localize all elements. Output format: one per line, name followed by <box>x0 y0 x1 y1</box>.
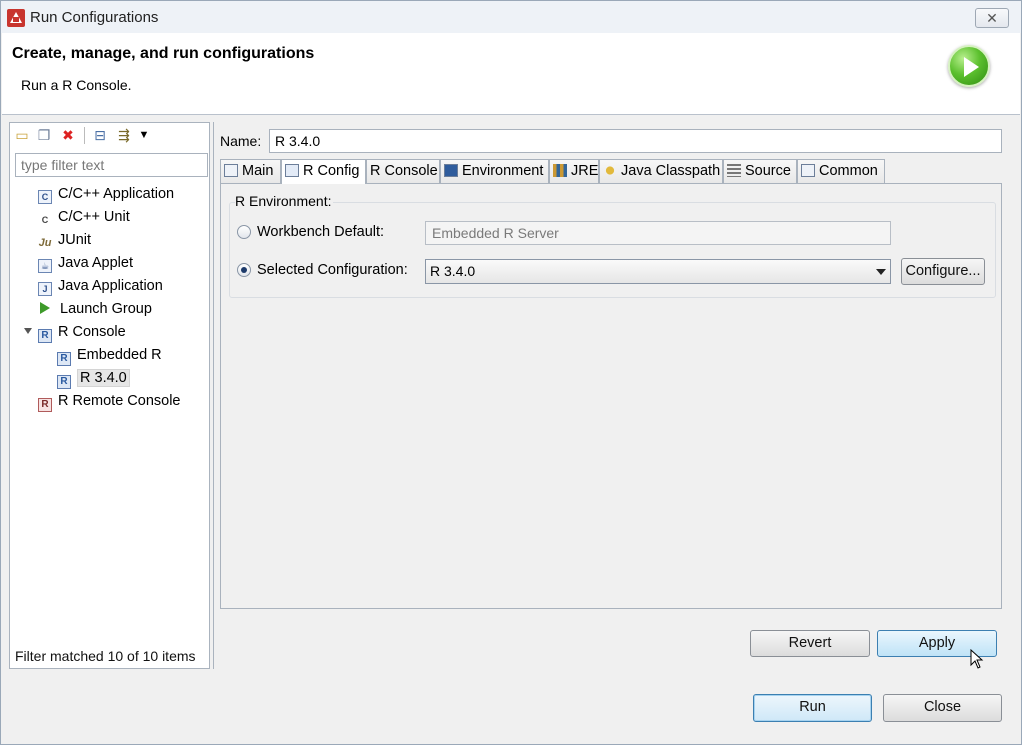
tree-item-r-3-4-0[interactable]: RR 3.4.0 <box>57 368 130 389</box>
revert-button[interactable]: Revert <box>750 630 870 657</box>
selected-configuration-label: Selected Configuration: <box>257 262 408 278</box>
chevron-down-icon <box>876 269 886 275</box>
source-tab-icon <box>727 164 741 177</box>
run-icon <box>948 45 990 87</box>
name-label: Name: <box>220 133 262 149</box>
duplicate-icon[interactable]: ❐ <box>36 127 52 143</box>
classpath-tab-icon <box>603 164 617 177</box>
java-app-icon: J <box>38 282 52 296</box>
jre-tab-icon <box>553 164 567 177</box>
name-field[interactable] <box>269 129 1002 153</box>
collapse-all-icon[interactable]: ⊟ <box>92 127 108 143</box>
tree-item-c-cpp-application[interactable]: C C/C++ Application <box>38 184 174 204</box>
dropdown-arrow-icon[interactable]: ▼ <box>136 127 152 143</box>
main-tab-icon <box>224 164 238 177</box>
tree-item-junit[interactable]: Ju JUnit <box>38 230 91 250</box>
configuration-editor-panel: Name: Main R Config R Console Environmen… <box>213 122 1008 669</box>
tree-item-r-console[interactable]: RR Console <box>38 322 126 343</box>
tree-item-java-applet[interactable]: ☕ Java Applet <box>38 253 133 273</box>
tab-r-console[interactable]: R Console <box>366 159 440 183</box>
tab-java-classpath[interactable]: Java Classpath <box>599 159 723 183</box>
workbench-default-field: Embedded R Server <box>425 221 891 245</box>
expand-collapse-arrow-icon[interactable] <box>24 328 32 334</box>
filter-icon[interactable]: ⇶ <box>116 127 132 143</box>
r-console-icon: R <box>38 329 52 343</box>
filter-status-text: Filter matched 10 of 10 items <box>15 648 196 664</box>
r-remote-console-icon: R <box>38 398 52 412</box>
delete-icon[interactable]: ✖ <box>60 127 76 143</box>
tab-r-config[interactable]: R Config <box>281 159 366 184</box>
tree-item-launch-group[interactable]: Launch Group <box>40 299 152 319</box>
tree-item-java-application[interactable]: J Java Application <box>38 276 163 296</box>
selected-configuration-radio[interactable] <box>237 263 251 277</box>
eclipse-app-icon <box>7 9 25 27</box>
workbench-default-radio[interactable] <box>237 225 251 239</box>
c-unit-icon: C <box>41 215 49 225</box>
header-title: Create, manage, and run configurations <box>12 45 315 62</box>
filter-input[interactable] <box>15 153 208 177</box>
r-console-icon: R <box>57 352 71 366</box>
run-button[interactable]: Run <box>753 694 872 722</box>
dialog-header: Create, manage, and run configurations R… <box>2 33 1020 115</box>
close-button[interactable]: Close <box>883 694 1002 722</box>
tree-item-c-cpp-unit[interactable]: C C/C++ Unit <box>38 207 130 227</box>
tree-item-r-remote-console[interactable]: RR Remote Console <box>38 391 181 412</box>
c-app-icon: C <box>38 190 52 204</box>
configuration-select-value: R 3.4.0 <box>430 263 476 279</box>
window-title: Run Configurations <box>30 9 159 26</box>
header-subtitle: Run a R Console. <box>21 77 132 93</box>
launch-group-icon <box>40 302 50 314</box>
tab-content: R Environment: Workbench Default: Embedd… <box>220 183 1002 609</box>
r-console-icon: R <box>57 375 71 389</box>
tab-environment[interactable]: Environment <box>440 159 549 183</box>
tab-source[interactable]: Source <box>723 159 797 183</box>
r-environment-label: R Environment: <box>235 193 334 209</box>
window-close-button[interactable]: ✕ <box>975 8 1009 28</box>
environment-tab-icon <box>444 164 458 177</box>
configuration-select[interactable]: R 3.4.0 <box>425 259 891 284</box>
tab-jre[interactable]: JRE <box>549 159 599 183</box>
title-bar: Run Configurations ✕ <box>1 1 1021 33</box>
config-tabs: Main R Config R Console Environment JRE … <box>220 159 1002 184</box>
new-config-icon[interactable]: ▭ <box>14 127 30 143</box>
java-applet-icon: ☕ <box>38 259 52 273</box>
run-configurations-dialog: Run Configurations ✕ Create, manage, and… <box>0 0 1022 745</box>
common-tab-icon <box>801 164 815 177</box>
tab-common[interactable]: Common <box>797 159 885 183</box>
tree-item-embedded-r[interactable]: R Embedded R <box>57 345 162 366</box>
workbench-default-label: Workbench Default: <box>257 224 385 240</box>
mouse-cursor-icon <box>970 648 984 671</box>
junit-icon: Ju <box>38 237 52 249</box>
configurations-tree-panel: ▭ ❐ ✖ ⊟ ⇶ ▼ CC/C++ Application CC/C++ Un… <box>9 122 210 669</box>
toolbar-separator <box>84 127 85 144</box>
configure-button[interactable]: Configure... <box>901 258 985 285</box>
r-config-tab-icon <box>285 164 299 177</box>
tab-main[interactable]: Main <box>220 159 281 183</box>
